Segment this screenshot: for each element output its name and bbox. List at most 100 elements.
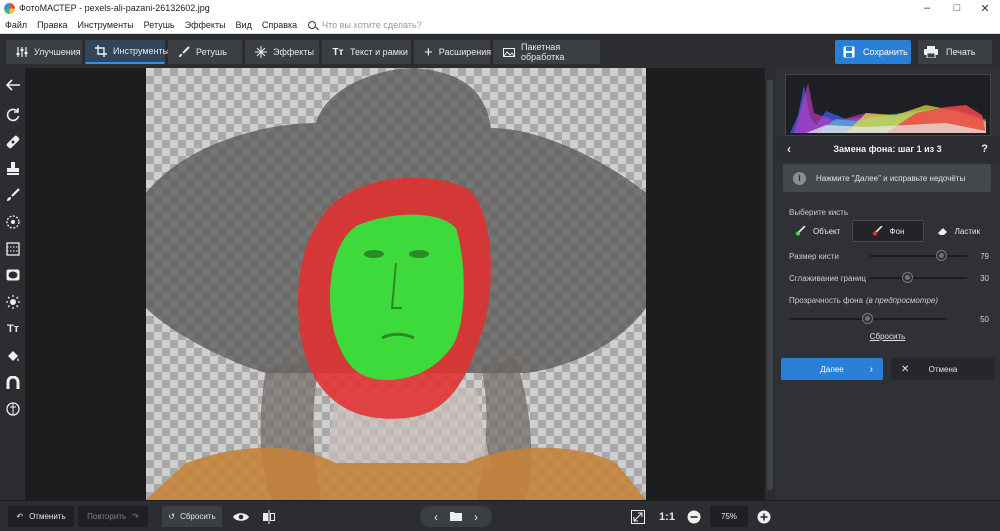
brush-tool-icon[interactable] (4, 186, 22, 204)
eye-icon[interactable] (230, 506, 252, 527)
zoom-out-icon[interactable] (684, 506, 704, 527)
brush-label: Объект (813, 226, 841, 236)
opacity-slider[interactable]: 50 (789, 313, 989, 325)
plus-icon: + (424, 43, 433, 61)
brush-section-label: Выберите кисть (789, 208, 848, 217)
redo-icon: ↷ (132, 512, 139, 521)
brush-background-icon (872, 225, 884, 236)
menu-edit[interactable]: Правка (32, 20, 72, 30)
zoom-value[interactable]: 75% (710, 506, 748, 527)
hint-box: i Нажмите "Далее" и исправьте недочёты (783, 164, 991, 192)
brush-label: Фон (889, 226, 905, 236)
maximize-button[interactable]: □ (942, 0, 972, 16)
rotate-icon[interactable] (4, 106, 22, 124)
menu-file[interactable]: Файл (0, 20, 32, 30)
tab-enhancements[interactable]: Улучшения (6, 40, 82, 64)
patch-icon[interactable] (4, 133, 22, 151)
actual-size-button[interactable]: 1:1 (655, 506, 679, 527)
image-navigator: ‹ › (420, 506, 492, 527)
brush-object-button[interactable]: Объект (783, 220, 852, 242)
tab-label: Инструменты (113, 46, 170, 56)
menu-tools[interactable]: Инструменты (73, 20, 139, 30)
left-toolbar: Tт (0, 68, 26, 500)
reset-button[interactable]: ↺ Сбросить (162, 506, 222, 527)
magnet-icon[interactable] (4, 374, 22, 392)
gradient-filter-icon[interactable] (4, 240, 22, 258)
eraser-icon (937, 226, 949, 236)
radial-filter-icon[interactable] (4, 213, 22, 231)
bottom-bar: ↶ Отменить Повторить ↷ ↺ Сбросить ‹ › 1:… (0, 500, 1000, 531)
light-icon[interactable] (4, 293, 22, 311)
scrollbar-thumb[interactable] (767, 80, 773, 490)
redo-button[interactable]: Повторить ↷ (78, 506, 148, 527)
images-icon (503, 46, 515, 58)
save-button[interactable]: Сохранить (835, 40, 911, 64)
redo-label: Повторить (87, 512, 127, 521)
menu-search[interactable]: Что вы хотите сделать? (308, 20, 422, 30)
chevron-left-icon[interactable]: ‹ (787, 142, 791, 156)
opacity-label-row: Прозрачность фона (в предпросмотре) (789, 294, 999, 306)
smoothing-value: 30 (980, 273, 989, 283)
search-placeholder: Что вы хотите сделать? (322, 19, 422, 30)
fit-screen-icon[interactable] (628, 506, 648, 527)
reset-link[interactable]: Сбросить (775, 332, 1000, 341)
brush-eraser-button[interactable]: Ластик (924, 220, 993, 242)
photo-preview[interactable] (146, 68, 646, 500)
crop-icon (95, 45, 107, 57)
tab-text-frames[interactable]: Tт Текст и рамки (322, 40, 411, 64)
brush-selector: Объект Фон Ластик (783, 220, 993, 242)
brush-size-track[interactable] (869, 255, 967, 257)
opacity-knob[interactable] (863, 314, 872, 323)
menu-help[interactable]: Справка (257, 20, 302, 30)
close-button[interactable]: ✕ (970, 0, 1000, 16)
cancel-button[interactable]: ✕ Отмена (891, 358, 995, 380)
image-canvas[interactable] (26, 68, 764, 500)
brush-background-button[interactable]: Фон (852, 220, 924, 242)
brush-label: Ластик (954, 226, 980, 236)
tab-effects[interactable]: Эффекты (245, 40, 319, 64)
floppy-icon (843, 46, 855, 58)
panel-header: ‹ Замена фона: шаг 1 из 3 ? (775, 136, 1000, 162)
smoothing-knob[interactable] (903, 273, 912, 282)
close-icon: ✕ (901, 363, 910, 375)
paint-bucket-icon[interactable] (4, 347, 22, 365)
brush-icon (178, 46, 190, 58)
back-arrow-icon[interactable] (4, 76, 22, 94)
smoothing-label: Сглаживание границ (789, 273, 866, 283)
reset-icon: ↺ (168, 512, 176, 521)
brush-size-slider[interactable]: Размер кисти 79 (789, 250, 989, 262)
tab-batch[interactable]: Пакетная обработка (493, 40, 600, 64)
stamp-icon[interactable] (4, 159, 22, 177)
printer-icon (924, 46, 938, 59)
smoothing-track[interactable] (869, 277, 967, 279)
reset-label: Сбросить (180, 512, 216, 521)
print-button[interactable]: Печать (918, 40, 992, 64)
text-tool-icon[interactable]: Tт (4, 320, 22, 338)
zoom-in-icon[interactable] (754, 506, 774, 527)
next-image-icon[interactable]: › (474, 510, 478, 524)
minimize-button[interactable]: – (912, 0, 942, 16)
vignette-icon[interactable] (4, 266, 22, 284)
brush-size-label: Размер кисти (789, 251, 839, 261)
brush-size-knob[interactable] (937, 251, 946, 260)
right-panel: ‹ Замена фона: шаг 1 из 3 ? i Нажмите "Д… (775, 68, 1000, 500)
smoothing-slider[interactable]: Сглаживание границ 30 (789, 272, 989, 284)
opacity-value: 50 (980, 314, 989, 324)
tab-label: Эффекты (273, 47, 314, 57)
info-icon: i (793, 171, 806, 185)
tab-extensions[interactable]: + Расширения (414, 40, 491, 64)
compare-icon[interactable] (258, 506, 280, 527)
next-button[interactable]: Далее › (781, 358, 883, 380)
prev-image-icon[interactable]: ‹ (434, 510, 438, 524)
undo-button[interactable]: ↶ Отменить (8, 506, 74, 527)
vertical-scrollbar[interactable] (764, 68, 774, 500)
face-retouch-icon[interactable] (4, 400, 22, 418)
menu-retouch[interactable]: Ретушь (139, 20, 180, 30)
menu-view[interactable]: Вид (231, 20, 257, 30)
help-icon[interactable]: ? (981, 143, 988, 155)
main-toolbar: Улучшения Инструменты Ретушь Эффекты Tт … (0, 35, 1000, 68)
tab-retouch[interactable]: Ретушь (168, 40, 242, 64)
menu-effects[interactable]: Эффекты (180, 20, 231, 30)
tab-tools[interactable]: Инструменты (85, 40, 169, 64)
folder-icon[interactable] (450, 511, 462, 523)
